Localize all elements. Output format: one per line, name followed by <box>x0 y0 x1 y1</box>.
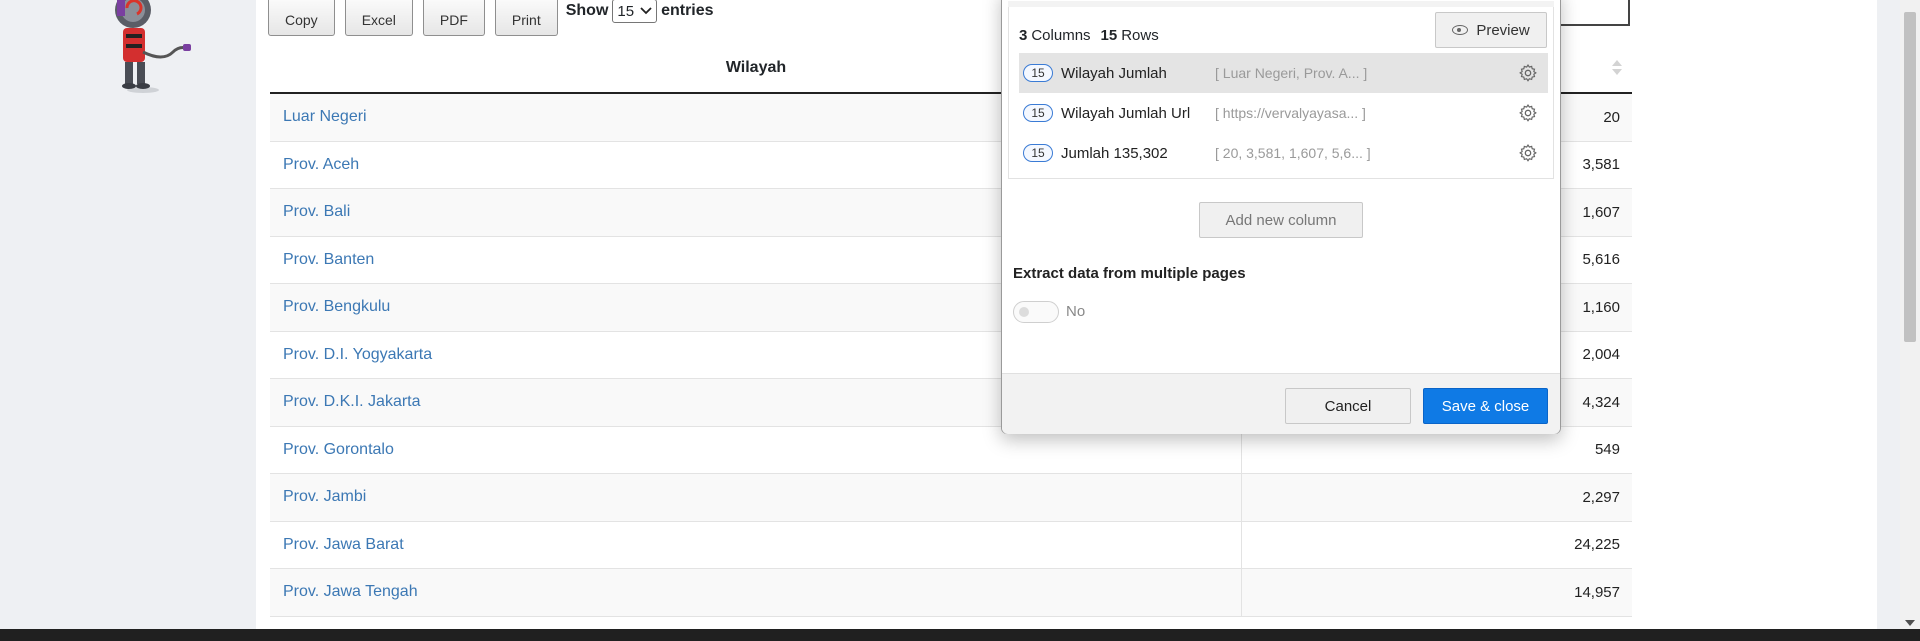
row-value: 2,297 <box>1582 488 1620 506</box>
show-entries: Show 15 entries <box>566 0 714 23</box>
rows-count: 15 <box>1100 27 1118 44</box>
entries-label: entries <box>661 2 714 19</box>
table-row: Prov. Jawa Tengah 14,957 <box>270 569 1632 617</box>
column-item[interactable]: 15 Jumlah 135,302 [ 20, 3,581, 1,607, 5,… <box>1019 133 1548 173</box>
toggle-knob <box>1019 307 1029 317</box>
column-config-dialog: 3 Columns 15 Rows Preview 15 Wilayah Jum… <box>1001 0 1561 434</box>
entries-value: 15 <box>617 2 635 20</box>
row-count-badge: 15 <box>1023 64 1053 82</box>
gear-icon[interactable] <box>1518 63 1538 83</box>
add-new-column-button[interactable]: Add new column <box>1199 202 1363 238</box>
taskbar <box>0 629 1920 641</box>
pdf-button[interactable]: PDF <box>422 0 485 36</box>
save-close-button[interactable]: Save & close <box>1423 388 1548 424</box>
columns-rows-count: 3 Columns 15 Rows <box>1019 27 1159 44</box>
columns-label: Columns <box>1031 27 1091 44</box>
row-count-badge: 15 <box>1023 104 1053 122</box>
show-label: Show <box>565 2 609 19</box>
extract-multiple-pages-label: Extract data from multiple pages <box>1013 265 1246 282</box>
cancel-button[interactable]: Cancel <box>1285 388 1411 424</box>
column-name: Wilayah Jumlah <box>1061 64 1167 82</box>
rows-label: Rows <box>1121 27 1159 44</box>
excel-button[interactable]: Excel <box>344 0 413 36</box>
row-name-link[interactable]: Prov. Jambi <box>270 474 1242 521</box>
table-toolbar: Copy Excel PDF Print Show 15 entries <box>268 0 714 36</box>
entries-select[interactable]: 15 <box>612 0 658 23</box>
column-name: Wilayah Jumlah Url <box>1061 104 1191 122</box>
row-value: 24,225 <box>1574 536 1620 554</box>
table-row: Prov. Jambi 2,297 <box>270 474 1632 522</box>
column-preview: [ Luar Negeri, Prov. A... ] <box>1215 65 1368 81</box>
page-scrollbar[interactable] <box>1900 0 1920 629</box>
columns-count: 3 <box>1019 27 1028 44</box>
toggle-state-label: No <box>1066 303 1086 320</box>
row-name-link[interactable]: Prov. Jawa Tengah <box>270 569 1242 616</box>
scroll-down-arrow-icon[interactable] <box>1905 620 1915 626</box>
print-button[interactable]: Print <box>494 0 558 36</box>
row-name-link[interactable]: Prov. Jawa Barat <box>270 521 1242 568</box>
table-row: Prov. Jawa Barat 24,225 <box>270 521 1632 569</box>
column-name: Jumlah 135,302 <box>1061 144 1168 162</box>
column-item[interactable]: 15 Wilayah Jumlah [ Luar Negeri, Prov. A… <box>1019 53 1548 93</box>
preview-label: Preview <box>1476 21 1530 39</box>
gear-icon[interactable] <box>1518 143 1538 163</box>
sort-icon[interactable] <box>1612 60 1622 78</box>
column-preview: [ https://vervalyayasa... ] <box>1215 105 1366 121</box>
multi-page-toggle[interactable] <box>1013 301 1059 323</box>
dialog-footer: Cancel Save & close <box>1002 373 1560 434</box>
eye-icon <box>1452 25 1469 35</box>
chevron-down-icon <box>640 7 652 15</box>
mascot-logo <box>115 0 191 93</box>
column-preview: [ 20, 3,581, 1,607, 5,6... ] <box>1215 145 1371 161</box>
copy-button[interactable]: Copy <box>268 0 335 36</box>
preview-button[interactable]: Preview <box>1435 12 1547 48</box>
row-value: 14,957 <box>1574 583 1620 601</box>
columns-panel: 3 Columns 15 Rows Preview 15 Wilayah Jum… <box>1008 7 1554 179</box>
gear-icon[interactable] <box>1518 103 1538 123</box>
scrollbar-thumb[interactable] <box>1904 12 1916 342</box>
column-item[interactable]: 15 Wilayah Jumlah Url [ https://vervalya… <box>1019 93 1548 133</box>
row-count-badge: 15 <box>1023 144 1053 162</box>
